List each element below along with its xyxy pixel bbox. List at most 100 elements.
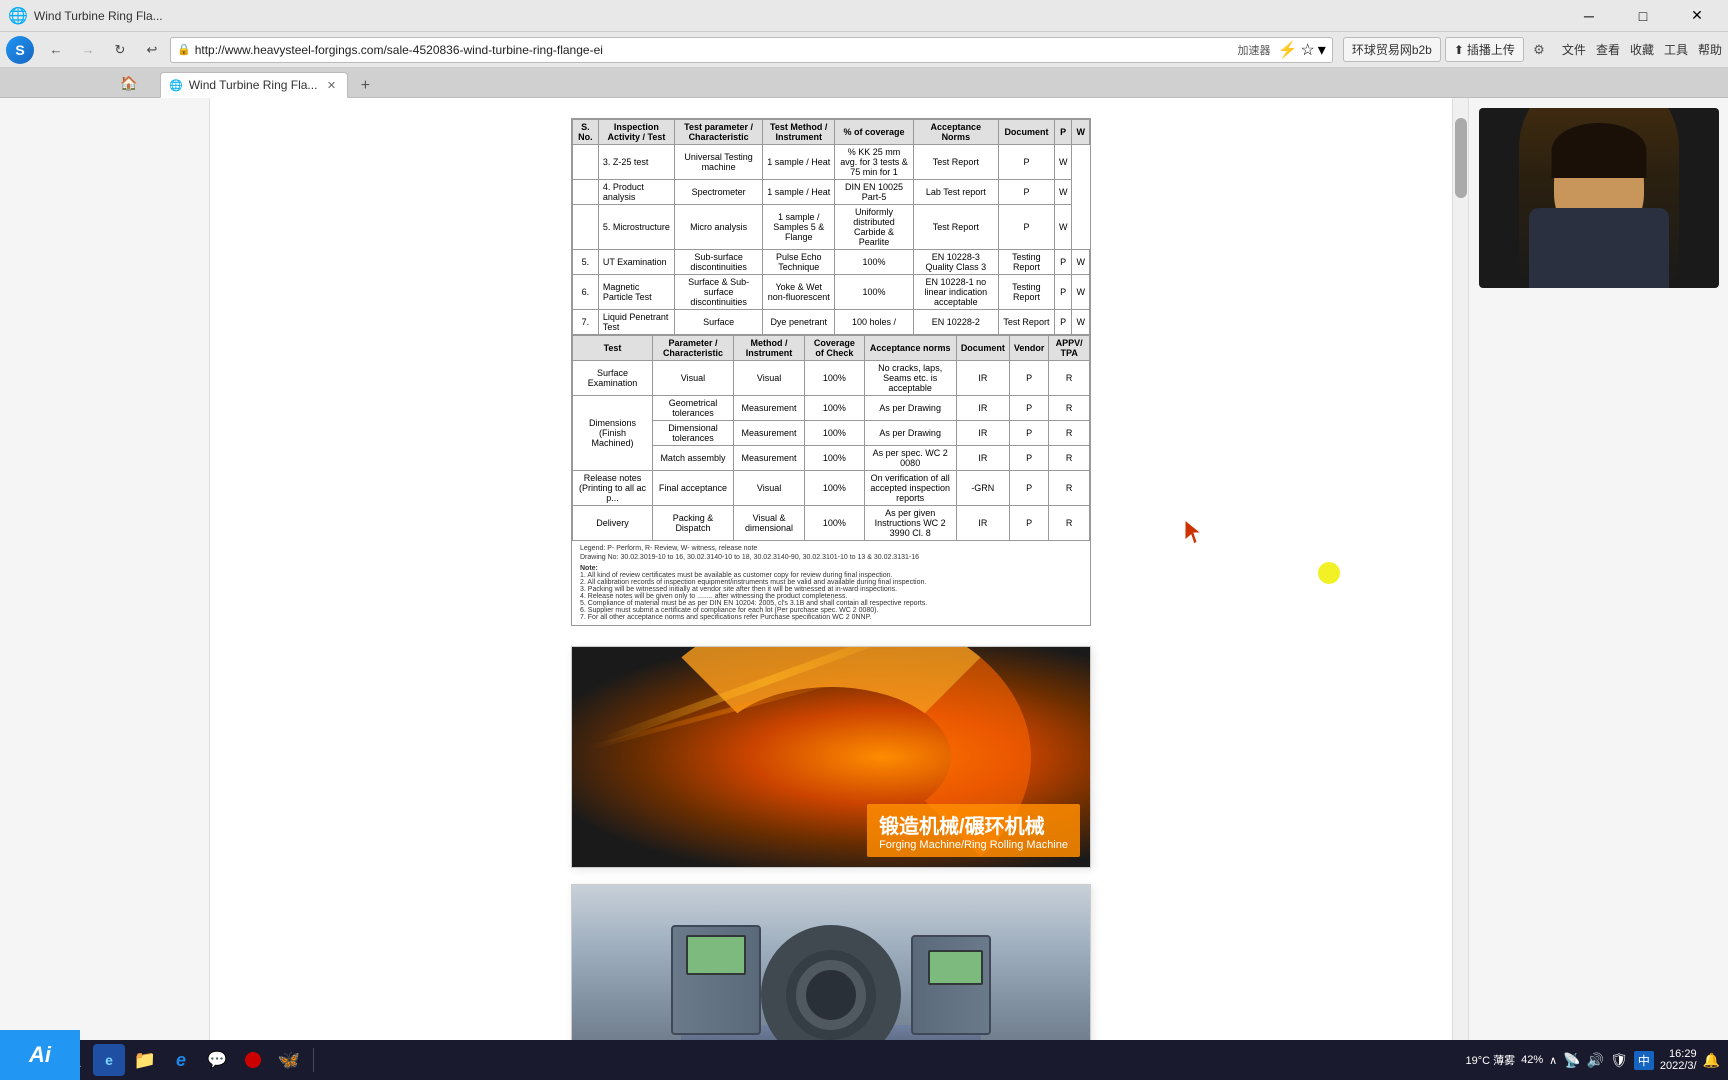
tab-label: Wind Turbine Ring Fla...	[189, 78, 318, 92]
browser-logo: 🌐	[8, 6, 28, 26]
webcam-view	[1479, 108, 1719, 288]
tab-close-button[interactable]: ✕	[323, 77, 339, 93]
taskbar-clock[interactable]: 16:29 2022/3/	[1660, 1048, 1697, 1072]
taskbar-separator-2	[313, 1048, 314, 1072]
menu-bar: 文件 查看 收藏 工具 帮助	[1562, 41, 1722, 58]
systray-input[interactable]: 中	[1634, 1051, 1654, 1070]
minimize-button[interactable]: ─	[1566, 0, 1612, 32]
forging-cn-text: 锻造机械/碾环机械	[879, 810, 1068, 839]
address-bar[interactable]: 🔒 加速器 ⚡ ☆ ▾	[170, 37, 1333, 63]
window-controls: ─ □ ✕	[1566, 0, 1720, 32]
content-area: S. No. Inspection Activity / Test Test p…	[0, 98, 1728, 1040]
new-tab-button[interactable]: +	[352, 75, 378, 97]
upload-btn[interactable]: ⬆ 插播上传	[1445, 37, 1524, 62]
main-content[interactable]: S. No. Inspection Activity / Test Test p…	[210, 98, 1452, 1040]
col-header-p: P	[1054, 120, 1072, 145]
scrollbar[interactable]	[1452, 98, 1468, 1040]
menu-tools[interactable]: 工具	[1664, 41, 1688, 58]
back-button[interactable]: ←	[42, 36, 70, 64]
sogou-icon: S	[6, 36, 34, 64]
scrollbar-thumb[interactable]	[1455, 118, 1467, 198]
taskbar: ⊞ e 📁 e 💬 🦋 19°C 薄雾 42% ∧	[0, 1040, 1728, 1080]
taskbar-weather: 19°C 薄雾	[1465, 1052, 1515, 1068]
legend-section: Legend: P- Perform, R- Review, W- witnes…	[572, 541, 1090, 625]
forward-button[interactable]: →	[74, 36, 102, 64]
weather-temp: 19°C 薄雾	[1465, 1055, 1515, 1067]
drawing-no: Drawing No: 30.02.3019-10 to 16, 30.02.3…	[580, 554, 1082, 561]
maximize-button[interactable]: □	[1620, 0, 1666, 32]
col-header-inspection: Inspection Activity / Test	[598, 120, 674, 145]
table-row: Release notes (Printing to all ac p... F…	[573, 471, 1090, 506]
inspection-table: S. No. Inspection Activity / Test Test p…	[572, 119, 1090, 335]
col-header-coverage: % of coverage	[835, 120, 913, 145]
taskbar-battery: 42%	[1521, 1054, 1543, 1066]
accelerator-btn[interactable]: 加速器	[1234, 40, 1275, 60]
home-button[interactable]: 🏠	[116, 72, 142, 94]
star-icon[interactable]: ☆	[1300, 40, 1314, 60]
menu-file[interactable]: 文件	[1562, 41, 1586, 58]
forging-image-card: 锻造机械/碾环机械 Forging Machine/Ring Rolling M…	[571, 646, 1091, 868]
note-6: 6. Supplier must submit a certificate of…	[580, 607, 1082, 614]
note-2: 2. All calibration records of inspection…	[580, 579, 1082, 586]
active-tab[interactable]: 🌐 Wind Turbine Ring Fla... ✕	[160, 72, 348, 98]
tabs-bar: 🌐 Wind Turbine Ring Fla... ✕ +	[0, 68, 1728, 98]
note-7: 7. For all other acceptance norms and sp…	[580, 614, 1082, 621]
lightning-icon: ⚡	[1278, 40, 1298, 60]
menu-view[interactable]: 查看	[1596, 41, 1620, 58]
col-header-sno: S. No.	[573, 120, 599, 145]
right-bar-items: 环球贸易网b2b ⬆ 插播上传 ⚙	[1343, 37, 1550, 62]
nav-bar: S ← → ↻ ↩ 🔒 加速器 ⚡ ☆ ▾ 环球贸易网b2b ⬆ 插播上传 ⚙ …	[0, 32, 1728, 68]
taskbar-record[interactable]	[237, 1044, 269, 1076]
close-button[interactable]: ✕	[1674, 0, 1720, 32]
table-row: Surface Examination Visual Visual 100% N…	[573, 361, 1090, 396]
left-sidebar	[0, 98, 210, 1040]
lock-icon: 🔒	[177, 43, 191, 56]
notification-icon[interactable]: 🔔	[1703, 1052, 1720, 1069]
undo-button[interactable]: ↩	[138, 36, 166, 64]
table-row: Delivery Packing & Dispatch Visual & dim…	[573, 506, 1090, 541]
tab-favicon: 🌐	[169, 79, 183, 92]
taskbar-app5[interactable]: 🦋	[273, 1044, 305, 1076]
col-header-method: Test Method / Instrument	[763, 120, 835, 145]
title-bar: 🌐 Wind Turbine Ring Fla... ─ □ ✕	[0, 0, 1728, 32]
title-bar-left: 🌐 Wind Turbine Ring Fla...	[8, 6, 163, 26]
machine-image-card	[571, 884, 1091, 1040]
table-row-mpt: 6. Magnetic Particle Test Surface & Sub-…	[573, 275, 1090, 310]
notes-header: Note:	[580, 565, 1082, 572]
menu-help[interactable]: 帮助	[1698, 41, 1722, 58]
url-input[interactable]	[195, 43, 1230, 57]
upload-icon: ⬆	[1454, 43, 1464, 57]
upload-label: 插播上传	[1467, 41, 1515, 58]
ai-badge: Ai	[0, 1030, 80, 1080]
doc-wrapper: S. No. Inspection Activity / Test Test p…	[571, 118, 1091, 1040]
visual-inspection-table: Test Parameter / Characteristic Method /…	[572, 335, 1090, 541]
taskbar-time: 16:29	[1669, 1048, 1697, 1060]
forging-overlay: 锻造机械/碾环机械 Forging Machine/Ring Rolling M…	[867, 804, 1080, 857]
ai-label: Ai	[29, 1042, 51, 1068]
legend-text: Legend: P- Perform, R- Review, W- witnes…	[580, 545, 1082, 552]
taskbar-ie2[interactable]: e	[165, 1044, 197, 1076]
table-row: 3. Z-25 test Universal Testing machine 1…	[573, 145, 1090, 180]
taskbar-folder[interactable]: 📁	[129, 1044, 161, 1076]
inspection-table-document: S. No. Inspection Activity / Test Test p…	[571, 118, 1091, 626]
note-3: 3. Packing will be witnessed initially a…	[580, 586, 1082, 593]
col-header-test: Test parameter / Characteristic	[675, 120, 763, 145]
settings-icon[interactable]: ⚙	[1528, 39, 1550, 61]
systray-up-arrow[interactable]: ∧	[1549, 1054, 1557, 1067]
table-row: 5. Microstructure Micro analysis 1 sampl…	[573, 205, 1090, 250]
taskbar-ie[interactable]: e	[93, 1044, 125, 1076]
taskbar-right: 19°C 薄雾 42% ∧ 📡 🔊 🛡 中 16:29 2022/3/ 🔔	[1465, 1048, 1720, 1072]
home-area: 🏠	[116, 68, 142, 98]
menu-favorites[interactable]: 收藏	[1630, 41, 1654, 58]
taskbar-wechat[interactable]: 💬	[201, 1044, 233, 1076]
dropdown-icon[interactable]: ▾	[1318, 40, 1326, 60]
taskbar-date: 2022/3/	[1660, 1060, 1697, 1072]
forging-image: 锻造机械/碾环机械 Forging Machine/Ring Rolling M…	[572, 647, 1090, 867]
huanqiu-btn[interactable]: 环球贸易网b2b	[1343, 37, 1441, 62]
address-bar-actions: 加速器 ⚡ ☆ ▾	[1234, 40, 1326, 60]
systray-network: 📡	[1563, 1052, 1580, 1069]
forging-en-text: Forging Machine/Ring Rolling Machine	[879, 839, 1068, 851]
col-header-doc: Document	[998, 120, 1054, 145]
refresh-button[interactable]: ↻	[106, 36, 134, 64]
right-panel	[1468, 98, 1728, 1040]
